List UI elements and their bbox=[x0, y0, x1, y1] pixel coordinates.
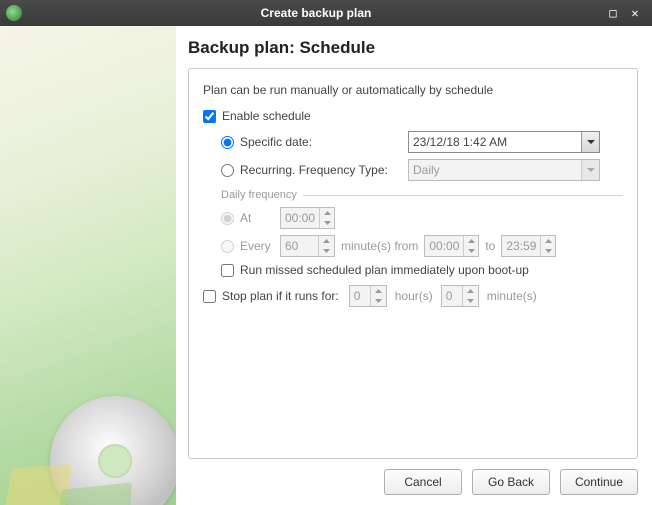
every-unit-label: minute(s) from bbox=[341, 239, 418, 253]
daily-frequency-legend-text: Daily frequency bbox=[221, 189, 297, 201]
specific-date-combo[interactable]: 23/12/18 1:42 AM bbox=[408, 131, 600, 153]
wizard-sidebar bbox=[0, 26, 176, 505]
specific-date-value: 23/12/18 1:42 AM bbox=[413, 135, 507, 149]
stop-minutes-spinner: 0 bbox=[441, 285, 479, 307]
daily-at-row: At 00:00 bbox=[221, 207, 623, 229]
stop-plan-label: Stop plan if it runs for: bbox=[222, 289, 339, 303]
spinner-arrows bbox=[319, 208, 334, 228]
stop-plan-checkbox[interactable] bbox=[203, 290, 216, 303]
stop-minutes-value: 0 bbox=[442, 289, 462, 303]
stop-hours-value: 0 bbox=[350, 289, 370, 303]
recurring-row: Recurring. Frequency Type: Daily bbox=[221, 159, 623, 181]
titlebar: Create backup plan □ ✕ bbox=[0, 0, 652, 26]
daily-at-time-value: 00:00 bbox=[281, 211, 319, 225]
window-title: Create backup plan bbox=[30, 6, 602, 20]
stop-hours-label: hour(s) bbox=[395, 289, 433, 303]
close-button[interactable]: ✕ bbox=[624, 6, 646, 20]
spinner-arrows bbox=[462, 286, 478, 306]
go-back-button[interactable]: Go Back bbox=[472, 469, 550, 495]
specific-date-row: Specific date: 23/12/18 1:42 AM bbox=[221, 131, 623, 153]
spinner-arrows bbox=[318, 236, 334, 256]
every-to-spinner: 23:59 bbox=[501, 235, 556, 257]
daily-every-label: Every bbox=[240, 239, 280, 253]
enable-schedule-checkbox[interactable] bbox=[203, 110, 216, 123]
button-bar: Cancel Go Back Continue bbox=[188, 459, 638, 495]
daily-frequency-legend: Daily frequency bbox=[221, 189, 623, 201]
stop-hours-spinner: 0 bbox=[349, 285, 387, 307]
daily-at-time-spinner: 00:00 bbox=[280, 207, 335, 229]
run-missed-checkbox[interactable] bbox=[221, 264, 234, 277]
daily-every-radio bbox=[221, 240, 234, 253]
bottom-options: Run missed scheduled plan immediately up… bbox=[203, 263, 623, 307]
recurring-label: Recurring. Frequency Type: bbox=[240, 163, 408, 177]
dropdown-icon bbox=[581, 132, 599, 152]
spinner-arrows bbox=[540, 236, 555, 256]
dropdown-icon bbox=[581, 160, 599, 180]
daily-at-radio bbox=[221, 212, 234, 225]
every-minutes-value: 60 bbox=[281, 239, 318, 253]
continue-button[interactable]: Continue bbox=[560, 469, 638, 495]
enable-schedule-label: Enable schedule bbox=[222, 109, 311, 123]
main: Backup plan: Schedule Plan can be run ma… bbox=[0, 26, 652, 505]
every-to-label: to bbox=[485, 239, 495, 253]
enable-schedule-row: Enable schedule bbox=[203, 109, 623, 123]
divider bbox=[303, 195, 623, 196]
specific-date-label: Specific date: bbox=[240, 135, 408, 149]
daily-at-label: At bbox=[240, 211, 280, 225]
recurring-frequency-combo: Daily bbox=[408, 159, 600, 181]
stop-minutes-label: minute(s) bbox=[487, 289, 537, 303]
daily-every-row: Every 60 minute(s) from 00:00 to 23:59 bbox=[221, 235, 623, 257]
schedule-description: Plan can be run manually or automaticall… bbox=[203, 83, 623, 97]
stop-plan-row: Stop plan if it runs for: 0 hour(s) 0 mi… bbox=[203, 285, 623, 307]
run-missed-label: Run missed scheduled plan immediately up… bbox=[240, 263, 529, 277]
every-to-value: 23:59 bbox=[502, 239, 540, 253]
every-from-value: 00:00 bbox=[425, 239, 463, 253]
schedule-panel: Plan can be run manually or automaticall… bbox=[188, 68, 638, 459]
run-missed-row: Run missed scheduled plan immediately up… bbox=[221, 263, 623, 277]
recurring-radio[interactable] bbox=[221, 164, 234, 177]
page-heading: Backup plan: Schedule bbox=[188, 38, 638, 58]
spinner-arrows bbox=[463, 236, 478, 256]
maximize-button[interactable]: □ bbox=[602, 6, 624, 20]
every-from-spinner: 00:00 bbox=[424, 235, 479, 257]
cancel-button[interactable]: Cancel bbox=[384, 469, 462, 495]
content-area: Backup plan: Schedule Plan can be run ma… bbox=[176, 26, 652, 505]
every-minutes-spinner: 60 bbox=[280, 235, 335, 257]
specific-date-radio[interactable] bbox=[221, 136, 234, 149]
recurring-frequency-value: Daily bbox=[413, 163, 440, 177]
spinner-arrows bbox=[370, 286, 386, 306]
app-icon bbox=[6, 5, 22, 21]
